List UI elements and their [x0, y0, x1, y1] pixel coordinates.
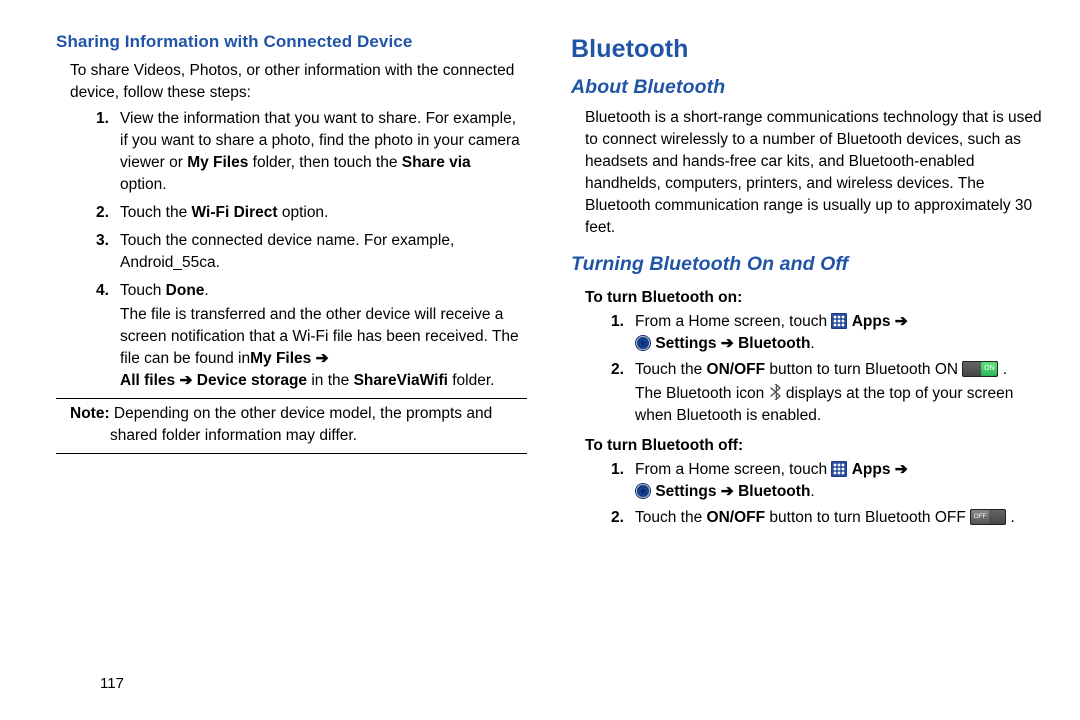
label-share-via: Share via — [402, 154, 471, 171]
toggle-off-icon: OFF — [970, 509, 1006, 525]
on-step-2: Touch the ON/OFF button to turn Bluetoot… — [635, 359, 1042, 427]
step-3: Touch the connected device name. For exa… — [120, 230, 527, 274]
arrow-icon: ➔ — [721, 483, 734, 500]
step-2: Touch the Wi-Fi Direct option. — [120, 202, 527, 224]
label-shareviawifi: ShareViaWifi — [354, 372, 448, 389]
settings-icon — [635, 483, 651, 499]
step-1: View the information that you want to sh… — [120, 108, 527, 196]
manual-page: Sharing Information with Connected Devic… — [0, 0, 1080, 720]
label-onoff: ON/OFF — [707, 509, 766, 526]
to-turn-on-heading: To turn Bluetooth on: — [571, 287, 1042, 309]
apps-icon — [831, 461, 847, 477]
toggle-on-icon: ON — [962, 361, 998, 377]
label-device-storage: Device storage — [197, 372, 307, 389]
settings-icon — [635, 335, 651, 351]
to-turn-off-heading: To turn Bluetooth off: — [571, 435, 1042, 457]
note-block: Note: Depending on the other device mode… — [56, 403, 527, 447]
label-my-files-2: My Files — [250, 350, 311, 367]
off-step-1: From a Home screen, touch Apps ➔ Setting… — [635, 459, 1042, 503]
about-text: Bluetooth is a short-range communication… — [571, 107, 1042, 239]
divider — [56, 398, 527, 399]
right-column: Bluetooth About Bluetooth Bluetooth is a… — [571, 30, 1042, 700]
apps-icon — [831, 313, 847, 329]
arrow-icon: ➔ — [316, 350, 329, 367]
page-number: 117 — [100, 673, 124, 694]
turning-heading: Turning Bluetooth On and Off — [571, 251, 1042, 279]
label-all-files: All files — [120, 372, 175, 389]
label-bluetooth: Bluetooth — [738, 483, 810, 500]
label-apps: Apps — [852, 313, 891, 330]
left-intro: To share Videos, Photos, or other inform… — [56, 60, 527, 104]
off-step-2: Touch the ON/OFF button to turn Bluetoot… — [635, 507, 1042, 529]
arrow-icon: ➔ — [895, 461, 908, 478]
about-heading: About Bluetooth — [571, 74, 1042, 102]
label-bluetooth: Bluetooth — [738, 335, 810, 352]
on-step-1: From a Home screen, touch Apps ➔ Setting… — [635, 311, 1042, 355]
arrow-icon: ➔ — [895, 313, 908, 330]
label-apps: Apps — [852, 461, 891, 478]
arrow-icon: ➔ — [721, 335, 734, 352]
label-wifi-direct: Wi-Fi Direct — [192, 204, 278, 221]
label-my-files: My Files — [187, 154, 248, 171]
bluetooth-icon — [769, 384, 782, 400]
arrow-icon: ➔ — [179, 372, 192, 389]
main-heading: Bluetooth — [571, 32, 1042, 68]
off-steps: From a Home screen, touch Apps ➔ Setting… — [571, 459, 1042, 529]
label-settings: Settings — [655, 483, 716, 500]
left-column: Sharing Information with Connected Devic… — [56, 30, 527, 700]
label-onoff: ON/OFF — [707, 361, 766, 378]
label-settings: Settings — [655, 335, 716, 352]
step-4: Touch Done. The file is transferred and … — [120, 280, 527, 392]
label-done: Done — [166, 282, 205, 299]
on-steps: From a Home screen, touch Apps ➔ Setting… — [571, 311, 1042, 427]
divider — [56, 453, 527, 454]
note-label: Note: — [70, 405, 114, 422]
left-steps: View the information that you want to sh… — [56, 108, 527, 392]
left-heading: Sharing Information with Connected Devic… — [56, 30, 527, 54]
